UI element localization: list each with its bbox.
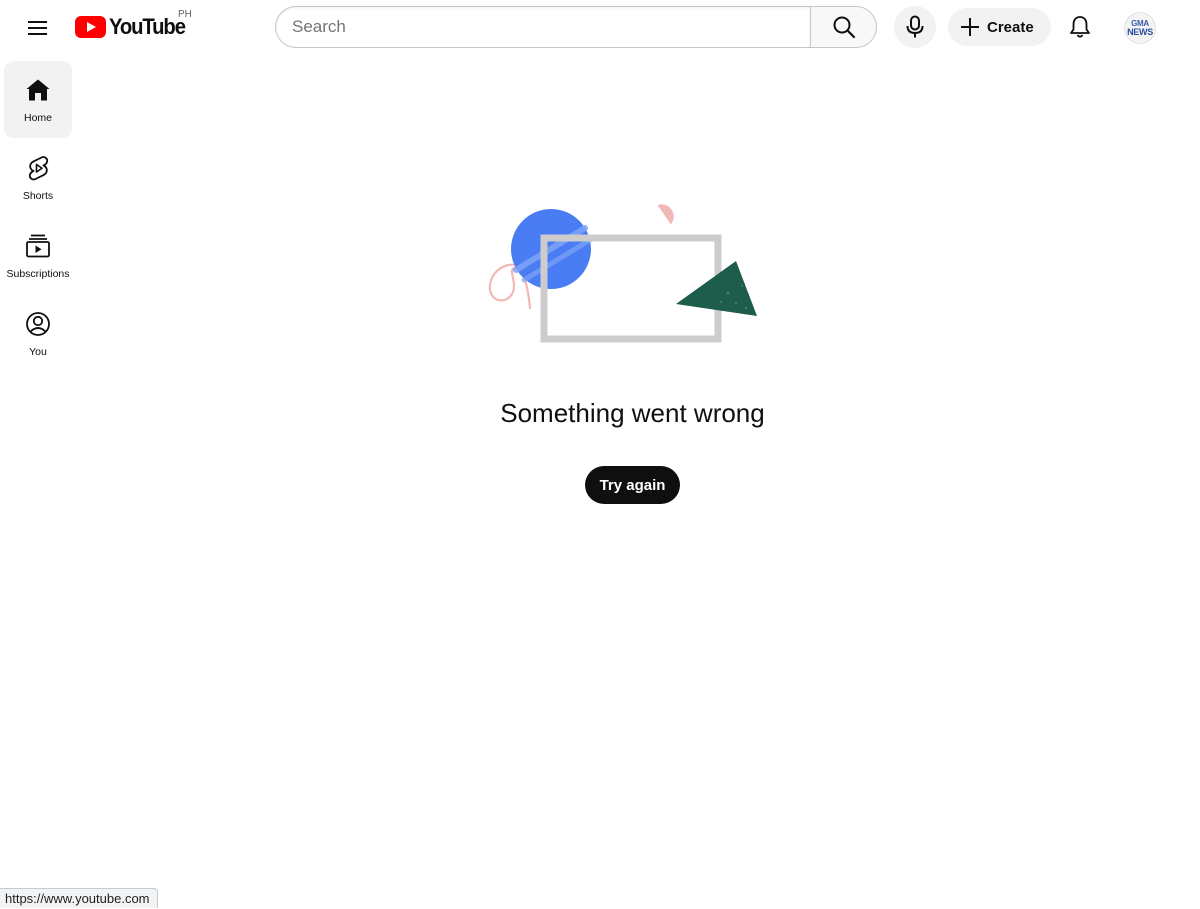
avatar-text-line2: NEWS	[1127, 26, 1153, 37]
home-icon	[25, 77, 51, 103]
notifications-button[interactable]	[1060, 7, 1100, 47]
sidebar-item-shorts[interactable]: Shorts	[4, 139, 72, 216]
logo-wordmark: YouTube	[109, 14, 186, 39]
create-button-label: Create	[987, 18, 1034, 36]
logo-country-code: PH	[178, 9, 192, 20]
sidebar-item-label: Shorts	[22, 190, 54, 202]
search-button[interactable]	[810, 6, 877, 48]
error-illustration	[480, 198, 770, 348]
search-box	[275, 6, 877, 48]
subscriptions-icon	[25, 233, 51, 259]
shorts-icon	[26, 155, 50, 181]
link-hover-status-url: https://www.youtube.com	[0, 888, 158, 908]
try-again-button[interactable]: Try again	[585, 466, 680, 504]
voice-search-button[interactable]	[894, 6, 936, 48]
youtube-logo[interactable]: YouTube PH	[75, 9, 192, 42]
sidebar-item-label: You	[29, 346, 47, 358]
sidebar-item-subscriptions[interactable]: Subscriptions	[4, 217, 72, 294]
sidebar-item-home[interactable]: Home	[4, 61, 72, 138]
guide-menu-button[interactable]	[18, 8, 58, 48]
bell-icon	[1070, 16, 1090, 38]
sidebar-item-label: Home	[23, 112, 52, 124]
account-icon	[25, 311, 51, 337]
plus-icon	[959, 16, 981, 38]
account-avatar[interactable]: GMA NEWS	[1124, 12, 1156, 44]
masthead: YouTube PH Create	[0, 0, 1200, 56]
search-input[interactable]	[275, 6, 810, 48]
search-icon	[833, 16, 855, 39]
microphone-icon	[906, 15, 924, 38]
sidebar-item-label: Subscriptions	[6, 268, 70, 280]
sidebar-item-you[interactable]: You	[4, 295, 72, 372]
hamburger-menu-icon	[28, 21, 47, 35]
create-button[interactable]: Create	[948, 8, 1051, 46]
error-message: Something went wrong	[500, 398, 765, 428]
youtube-play-logo-icon	[75, 16, 106, 38]
